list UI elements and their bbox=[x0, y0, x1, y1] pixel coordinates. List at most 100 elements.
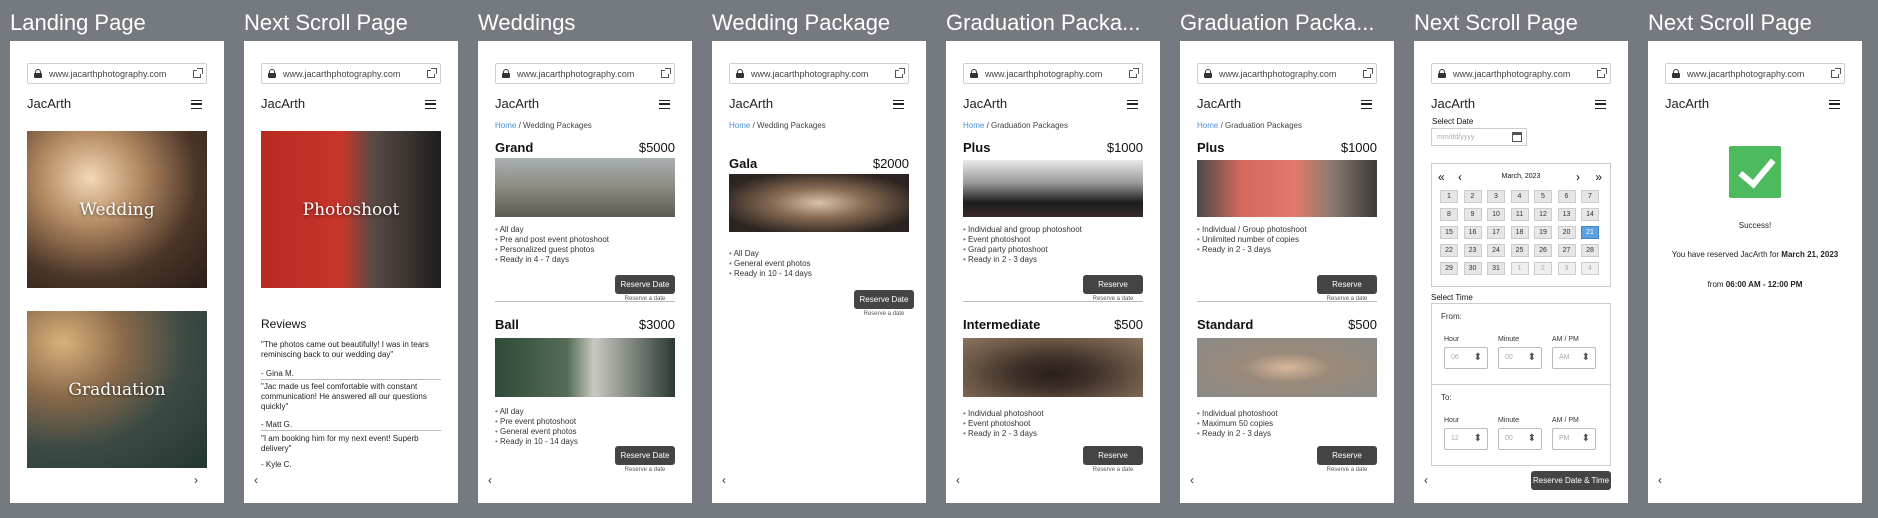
calendar-day[interactable]: 10 bbox=[1487, 208, 1505, 221]
hamburger-menu-icon[interactable] bbox=[893, 100, 904, 109]
date-input[interactable]: mm/dd/yyyy bbox=[1431, 128, 1527, 146]
brand-logo[interactable]: JacArth bbox=[1197, 96, 1241, 111]
brand-logo[interactable]: JacArth bbox=[1431, 96, 1475, 111]
calendar-day[interactable]: 14 bbox=[1581, 208, 1599, 221]
breadcrumb-home[interactable]: Home bbox=[729, 121, 750, 130]
external-link-icon[interactable] bbox=[1363, 67, 1373, 78]
calendar-day[interactable]: 5 bbox=[1534, 190, 1552, 203]
next-arrow-icon[interactable]: › bbox=[194, 473, 198, 487]
calendar-day[interactable]: 6 bbox=[1557, 190, 1576, 203]
calendar-day[interactable]: 15 bbox=[1440, 226, 1458, 239]
external-link-icon[interactable] bbox=[1597, 67, 1607, 78]
reserve-button[interactable]: Reserve bbox=[1083, 275, 1143, 294]
calendar-icon[interactable] bbox=[1512, 132, 1522, 142]
reserve-button[interactable]: Reserve bbox=[1317, 446, 1377, 465]
calendar-day[interactable]: 7 bbox=[1581, 190, 1599, 203]
brand-logo[interactable]: JacArth bbox=[495, 96, 539, 111]
to-hour-select[interactable]: 12 bbox=[1444, 428, 1488, 450]
from-hour-select[interactable]: 06 bbox=[1444, 347, 1488, 369]
wedding-card[interactable]: Wedding bbox=[27, 131, 207, 288]
external-link-icon[interactable] bbox=[193, 67, 203, 78]
prev-arrow-icon[interactable]: ‹ bbox=[254, 473, 258, 487]
hamburger-menu-icon[interactable] bbox=[425, 100, 436, 109]
calendar-day[interactable]: 19 bbox=[1534, 226, 1552, 239]
brand-logo[interactable]: JacArth bbox=[27, 96, 71, 111]
breadcrumb-home[interactable]: Home bbox=[963, 121, 984, 130]
external-link-icon[interactable] bbox=[1129, 67, 1139, 78]
calendar-day[interactable]: 13 bbox=[1557, 208, 1576, 221]
photoshoot-card[interactable]: Photoshoot bbox=[261, 131, 441, 288]
to-minute-select[interactable]: 00 bbox=[1498, 428, 1542, 450]
calendar-day[interactable]: 23 bbox=[1463, 244, 1482, 257]
prev-arrow-icon[interactable]: ‹ bbox=[1658, 473, 1662, 487]
external-link-icon[interactable] bbox=[895, 67, 905, 78]
reserve-button[interactable]: Reserve bbox=[1317, 275, 1377, 294]
brand-logo[interactable]: JacArth bbox=[963, 96, 1007, 111]
reserve-date-button[interactable]: Reserve Date bbox=[615, 275, 675, 294]
reserve-date-time-button[interactable]: Reserve Date & Time bbox=[1531, 471, 1611, 490]
calendar-day[interactable]: 2 bbox=[1463, 190, 1482, 203]
url-bar[interactable]: www.jacarthphotography.com bbox=[1197, 63, 1377, 84]
hamburger-menu-icon[interactable] bbox=[1595, 100, 1606, 109]
prev-arrow-icon[interactable]: ‹ bbox=[722, 473, 726, 487]
url-bar[interactable]: www.jacarthphotography.com bbox=[1431, 63, 1611, 84]
calendar-day[interactable]: 30 bbox=[1463, 262, 1482, 275]
url-bar[interactable]: www.jacarthphotography.com bbox=[261, 63, 441, 84]
calendar-day[interactable]: 29 bbox=[1440, 262, 1458, 275]
calendar-day[interactable]: 28 bbox=[1581, 244, 1599, 257]
url-bar[interactable]: www.jacarthphotography.com bbox=[1665, 63, 1845, 84]
graduation-card[interactable]: Graduation bbox=[27, 311, 207, 468]
calendar-day-selected[interactable]: 21 bbox=[1581, 226, 1599, 239]
calendar-day[interactable]: 9 bbox=[1463, 208, 1482, 221]
next-month-icon[interactable]: › bbox=[1576, 170, 1580, 184]
brand-logo[interactable]: JacArth bbox=[1665, 96, 1709, 111]
calendar-day[interactable]: 1 bbox=[1440, 190, 1458, 203]
calendar-day[interactable]: 12 bbox=[1534, 208, 1552, 221]
prev-arrow-icon[interactable]: ‹ bbox=[1424, 473, 1428, 487]
breadcrumb-home[interactable]: Home bbox=[1197, 121, 1218, 130]
hamburger-menu-icon[interactable] bbox=[659, 100, 670, 109]
external-link-icon[interactable] bbox=[427, 67, 437, 78]
calendar-day[interactable]: 8 bbox=[1440, 208, 1458, 221]
calendar-day[interactable]: 20 bbox=[1557, 226, 1576, 239]
calendar-day[interactable]: 2 bbox=[1534, 262, 1552, 275]
hamburger-menu-icon[interactable] bbox=[1829, 100, 1840, 109]
calendar-day[interactable]: 25 bbox=[1510, 244, 1529, 257]
url-bar[interactable]: www.jacarthphotography.com bbox=[495, 63, 675, 84]
brand-logo[interactable]: JacArth bbox=[729, 96, 773, 111]
to-ampm-select[interactable]: PM bbox=[1552, 428, 1596, 450]
calendar-day[interactable]: 31 bbox=[1487, 262, 1505, 275]
url-bar[interactable]: www.jacarthphotography.com bbox=[963, 63, 1143, 84]
calendar-day[interactable]: 4 bbox=[1581, 262, 1599, 275]
calendar-day[interactable]: 1 bbox=[1510, 262, 1529, 275]
calendar-day[interactable]: 17 bbox=[1487, 226, 1505, 239]
calendar-day[interactable]: 27 bbox=[1557, 244, 1576, 257]
url-bar[interactable]: www.jacarthphotography.com bbox=[27, 63, 207, 84]
calendar-day[interactable]: 4 bbox=[1510, 190, 1529, 203]
prev-arrow-icon[interactable]: ‹ bbox=[956, 473, 960, 487]
brand-logo[interactable]: JacArth bbox=[261, 96, 305, 111]
url-bar[interactable]: www.jacarthphotography.com bbox=[729, 63, 909, 84]
calendar-day[interactable]: 26 bbox=[1534, 244, 1552, 257]
calendar-day[interactable]: 22 bbox=[1440, 244, 1458, 257]
external-link-icon[interactable] bbox=[661, 67, 671, 78]
calendar-day[interactable]: 11 bbox=[1510, 208, 1529, 221]
prev-arrow-icon[interactable]: ‹ bbox=[1190, 473, 1194, 487]
hamburger-menu-icon[interactable] bbox=[1361, 100, 1372, 109]
breadcrumb-home[interactable]: Home bbox=[495, 121, 516, 130]
from-ampm-select[interactable]: AM bbox=[1552, 347, 1596, 369]
calendar-day[interactable]: 16 bbox=[1463, 226, 1482, 239]
calendar-day[interactable]: 24 bbox=[1487, 244, 1505, 257]
calendar-day[interactable]: 18 bbox=[1510, 226, 1529, 239]
reserve-date-button[interactable]: Reserve Date bbox=[854, 290, 914, 309]
prev-arrow-icon[interactable]: ‹ bbox=[488, 473, 492, 487]
reserve-button[interactable]: Reserve bbox=[1083, 446, 1143, 465]
next-year-icon[interactable]: » bbox=[1595, 170, 1602, 184]
external-link-icon[interactable] bbox=[1831, 67, 1841, 78]
from-minute-select[interactable]: 00 bbox=[1498, 347, 1542, 369]
calendar-day[interactable]: 3 bbox=[1487, 190, 1505, 203]
reserve-date-button[interactable]: Reserve Date bbox=[615, 446, 675, 465]
calendar-day[interactable]: 3 bbox=[1557, 262, 1576, 275]
hamburger-menu-icon[interactable] bbox=[1127, 100, 1138, 109]
hamburger-menu-icon[interactable] bbox=[191, 100, 202, 109]
